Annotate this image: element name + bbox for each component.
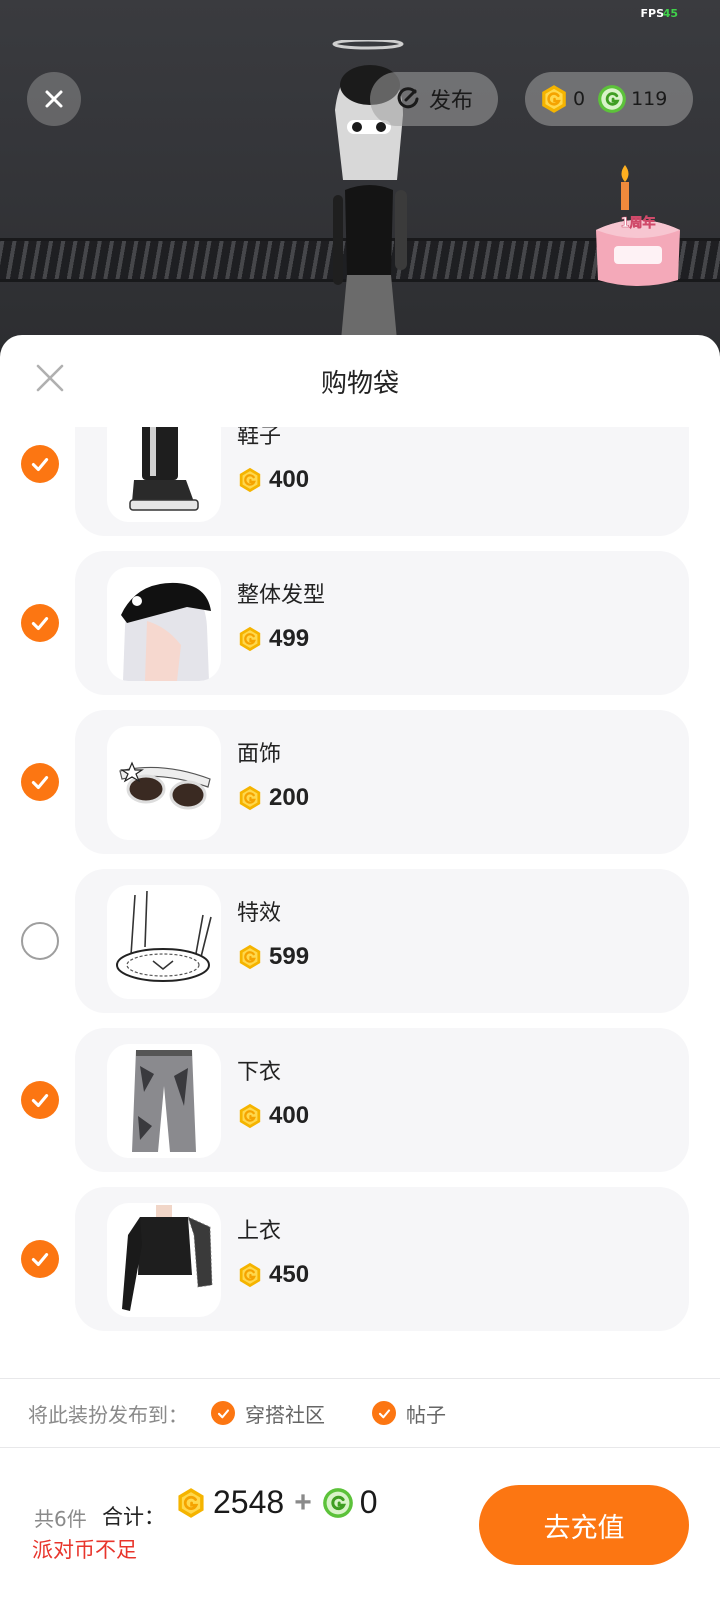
shoes-image <box>129 427 199 511</box>
green-coin-icon <box>597 84 627 114</box>
publish-targets-label: 将此装扮发布到： <box>28 1402 188 1427</box>
gold-coin-icon <box>237 1262 263 1288</box>
item-checkbox[interactable] <box>21 763 59 801</box>
item-thumbnail <box>107 885 221 999</box>
check-icon <box>216 1406 231 1421</box>
avatar-scene: FPS 45 发布 0 119 1周年 <box>0 0 720 345</box>
item-count: 共6件 <box>34 1507 87 1531</box>
item-card[interactable]: 下衣 400 <box>75 1028 689 1172</box>
cart-item: 特效 599 <box>0 869 720 1013</box>
item-price-value: 599 <box>269 943 310 970</box>
option-label: 帖子 <box>406 1402 446 1427</box>
cart-item: 下衣 400 <box>0 1028 720 1172</box>
item-card[interactable]: 特效 599 <box>75 869 689 1013</box>
item-name: 下衣 <box>237 1060 282 1085</box>
check-icon <box>29 453 51 475</box>
option-label: 穿搭社区 <box>245 1402 325 1427</box>
fps-label: FPS <box>640 7 665 20</box>
publish-label: 发布 <box>428 89 473 114</box>
check-icon <box>29 1089 51 1111</box>
check-icon <box>29 771 51 793</box>
item-name: 特效 <box>237 901 282 926</box>
item-thumbnail <box>107 427 221 522</box>
cart-item: 整体发型 499 <box>0 551 720 695</box>
item-checkbox[interactable] <box>21 445 59 483</box>
gold-coin-icon <box>237 785 263 811</box>
check-icon <box>29 1248 51 1270</box>
check-icon <box>29 612 51 634</box>
item-price-value: 499 <box>269 625 310 652</box>
gold-coin-icon <box>175 1487 207 1519</box>
plus-sign: + <box>294 1485 312 1519</box>
cart-item: 上衣 450 <box>0 1187 720 1331</box>
item-thumbnail <box>107 567 221 681</box>
publish-button[interactable]: 发布 <box>370 72 498 126</box>
publish-option-post[interactable]: 帖子 <box>372 1399 446 1428</box>
item-price-value: 400 <box>269 466 310 493</box>
currency-balance[interactable]: 0 119 <box>525 72 693 126</box>
item-checkbox[interactable] <box>21 604 59 642</box>
effect-image <box>116 890 212 982</box>
item-card[interactable]: 上衣 450 <box>75 1187 689 1331</box>
sheet-title: 购物袋 <box>320 369 399 399</box>
publish-targets: 将此装扮发布到： 穿搭社区 帖子 <box>0 1379 720 1447</box>
item-price: 400 <box>237 466 309 494</box>
item-thumbnail <box>107 726 221 840</box>
cart-item: 鞋子 400 <box>0 427 720 536</box>
item-price: 200 <box>237 784 309 812</box>
item-checkbox[interactable] <box>21 922 59 960</box>
item-price-value: 400 <box>269 1102 310 1129</box>
item-card[interactable]: 面饰 200 <box>75 710 689 854</box>
item-name: 面饰 <box>237 742 282 767</box>
gold-coin-icon <box>237 1103 263 1129</box>
recharge-button[interactable]: 去充值 <box>479 1485 689 1565</box>
check-icon <box>377 1406 392 1421</box>
close-icon <box>45 90 63 108</box>
option-checkbox <box>372 1401 396 1425</box>
item-price: 599 <box>237 943 309 971</box>
item-name: 鞋子 <box>237 427 282 449</box>
hairstyle-image <box>121 582 211 681</box>
item-price-value: 200 <box>269 784 310 811</box>
green-balance: 119 <box>631 88 668 110</box>
gold-balance: 0 <box>573 88 586 110</box>
green-total: 0 <box>359 1484 378 1520</box>
sunglasses-image <box>119 761 211 810</box>
item-name: 上衣 <box>237 1219 282 1244</box>
gold-coin-icon <box>237 626 263 652</box>
publish-option-outfit-community[interactable]: 穿搭社区 <box>211 1399 325 1428</box>
cart-item-list[interactable]: 鞋子 400 整体发型 499 面饰 200 特效 599 下衣 400 上衣 … <box>0 427 720 1369</box>
insufficient-balance-warning: 派对币不足 <box>32 1538 137 1562</box>
anniversary-cake-icon[interactable]: 1周年 <box>588 160 688 290</box>
item-name: 整体发型 <box>237 583 326 608</box>
item-price-value: 450 <box>269 1261 310 1288</box>
item-thumbnail <box>107 1044 221 1158</box>
gold-coin-icon <box>237 944 263 970</box>
item-price: 499 <box>237 625 309 653</box>
cake-badge-text: 1周年 <box>620 215 655 231</box>
item-price: 400 <box>237 1102 309 1130</box>
publish-icon <box>397 87 419 109</box>
shirt-image <box>122 1205 213 1311</box>
cart-item: 面饰 200 <box>0 710 720 854</box>
item-checkbox[interactable] <box>21 1240 59 1278</box>
pants-image <box>132 1050 196 1152</box>
item-checkbox[interactable] <box>21 1081 59 1119</box>
item-card[interactable]: 整体发型 499 <box>75 551 689 695</box>
total-amount: 2548 + 0 <box>175 1484 378 1521</box>
option-checkbox <box>211 1401 235 1425</box>
gold-coin-icon <box>539 84 569 114</box>
item-thumbnail <box>107 1203 221 1317</box>
checkout-footer: 共6件 合计： 2548 + 0 派对币不足 去充值 <box>0 1448 720 1600</box>
gold-coin-icon <box>237 467 263 493</box>
item-card[interactable]: 鞋子 400 <box>75 427 689 536</box>
green-coin-icon <box>322 1487 354 1519</box>
close-scene-button[interactable] <box>27 72 81 126</box>
total-label: 合计： <box>102 1505 165 1529</box>
gold-total: 2548 <box>213 1484 285 1520</box>
sheet-header: 购物袋 <box>0 335 720 427</box>
fps-value: 45 <box>662 7 678 20</box>
item-price: 450 <box>237 1261 309 1289</box>
shopping-bag-sheet: 购物袋 鞋子 400 整体发型 499 面饰 200 特效 599 下衣 400… <box>0 335 720 1600</box>
